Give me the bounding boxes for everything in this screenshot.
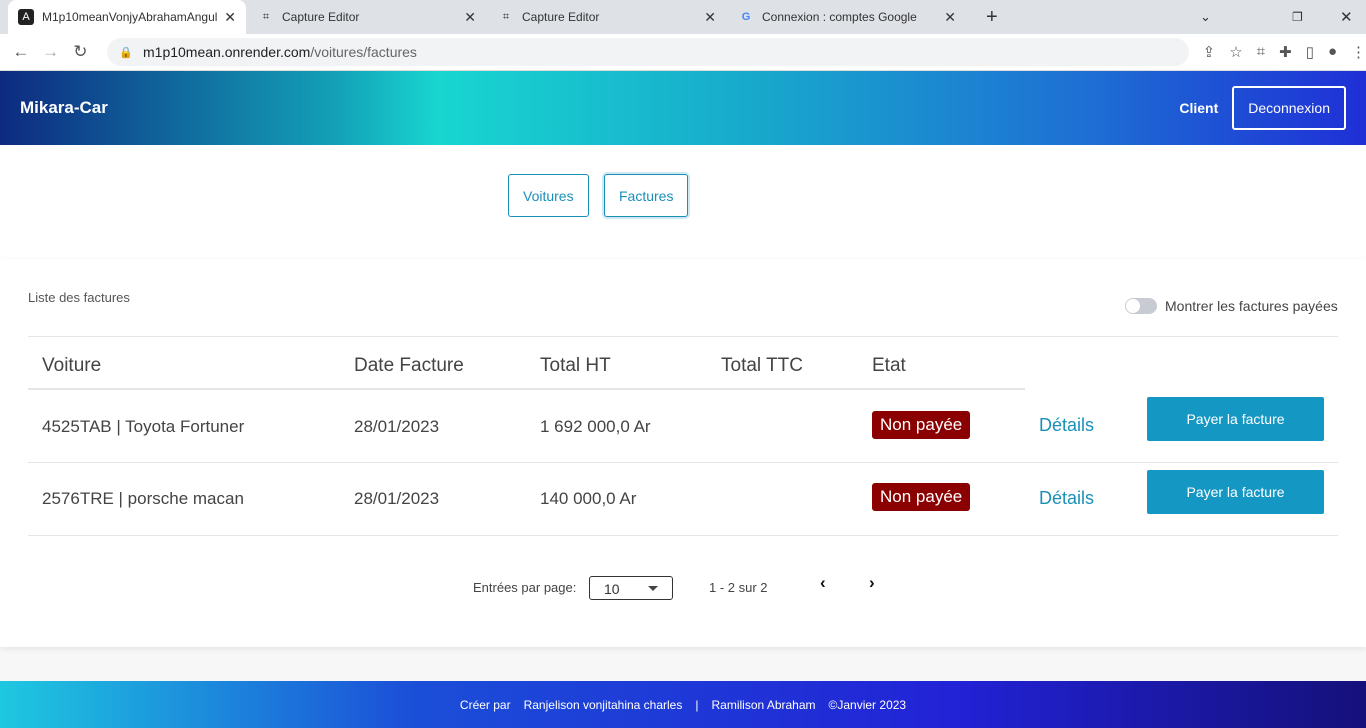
close-icon[interactable]: ✕ bbox=[944, 9, 956, 26]
close-icon[interactable]: ✕ bbox=[704, 9, 716, 26]
row-divider bbox=[28, 462, 1338, 463]
brand-logo[interactable]: Mikara-Car bbox=[20, 98, 108, 118]
show-paid-label: Montrer les factures payées bbox=[1165, 298, 1338, 314]
browser-tab-bar: A M1p10meanVonjyAbrahamAngul ✕ ⌗ Capture Ed… bbox=[0, 0, 1366, 34]
reload-icon[interactable]: ↻ bbox=[66, 42, 96, 62]
status-badge: Non payée bbox=[872, 483, 971, 511]
page-size-select[interactable]: 10 bbox=[589, 576, 673, 600]
pay-invoice-button[interactable]: Payer la facture bbox=[1147, 470, 1324, 514]
card-title: Liste des factures bbox=[28, 290, 130, 305]
google-icon: G bbox=[741, 11, 751, 23]
show-paid-toggle[interactable] bbox=[1125, 298, 1157, 314]
next-page-icon[interactable]: › bbox=[869, 573, 875, 593]
col-etat: Etat bbox=[872, 355, 906, 376]
details-link[interactable]: Détails bbox=[1039, 415, 1094, 436]
divider bbox=[28, 336, 1338, 337]
footer: Créer par Ranjelison vonjitahina charles… bbox=[0, 681, 1366, 728]
dropdown-arrow-icon bbox=[648, 586, 658, 596]
row-divider bbox=[28, 535, 1338, 536]
invoices-card: Liste des factures Montrer les factures … bbox=[0, 259, 1366, 647]
section-nav: Voitures Factures bbox=[0, 145, 1366, 259]
lock-icon: 🔒 bbox=[119, 46, 133, 59]
address-bar: ← → ↻ 🔒 m1p10mean.onrender.com/voitures/f… bbox=[0, 34, 1366, 71]
share-icon[interactable]: ⇪ bbox=[1203, 43, 1216, 61]
app-header: Mikara-Car Client Deconnexion bbox=[0, 71, 1366, 145]
col-date: Date Facture bbox=[354, 355, 464, 376]
row-date: 28/01/2023 bbox=[354, 489, 440, 508]
back-icon[interactable]: ← bbox=[6, 42, 36, 62]
capture-icon[interactable]: ⌗ bbox=[1257, 43, 1265, 61]
minimize-button[interactable]: ⌄ bbox=[1190, 0, 1221, 34]
close-icon[interactable]: ✕ bbox=[464, 9, 476, 26]
close-icon[interactable]: ✕ bbox=[224, 9, 236, 26]
menu-icon[interactable]: ⋮ bbox=[1351, 43, 1366, 61]
col-total-ttc: Total TTC bbox=[721, 355, 804, 376]
row-voiture: 4525TAB | Toyota Fortuner bbox=[42, 417, 245, 436]
row-total-ht: 1 692 000,0 Ar bbox=[540, 417, 651, 436]
star-icon[interactable]: ☆ bbox=[1229, 43, 1242, 61]
row-voiture: 2576TRE | porsche macan bbox=[42, 489, 244, 508]
voitures-button[interactable]: Voitures bbox=[508, 174, 589, 217]
details-link[interactable]: Détails bbox=[1039, 488, 1094, 509]
capture-icon: ⌗ bbox=[262, 10, 270, 23]
factures-button[interactable]: Factures bbox=[604, 174, 689, 217]
status-badge: Non payée bbox=[872, 411, 971, 439]
col-voiture: Voiture bbox=[42, 355, 102, 376]
extensions-icon[interactable]: ✚ bbox=[1279, 43, 1292, 61]
sidepanel-icon[interactable]: ▯ bbox=[1306, 43, 1314, 61]
prev-page-icon[interactable]: ‹ bbox=[820, 573, 826, 593]
logout-button[interactable]: Deconnexion bbox=[1232, 86, 1346, 130]
profile-icon[interactable]: ● bbox=[1328, 43, 1337, 61]
role-label: Client bbox=[1179, 100, 1219, 116]
url-input[interactable]: 🔒 m1p10mean.onrender.com/voitures/facture… bbox=[107, 38, 1189, 66]
col-total-ht: Total HT bbox=[540, 355, 611, 376]
browser-tab[interactable]: A M1p10meanVonjyAbrahamAngul ✕ bbox=[8, 0, 246, 34]
page-range: 1 - 2 sur 2 bbox=[709, 580, 768, 595]
new-tab-button[interactable]: + bbox=[976, 0, 1008, 34]
angular-icon: A bbox=[18, 9, 34, 25]
pay-invoice-button[interactable]: Payer la facture bbox=[1147, 397, 1324, 441]
header-divider bbox=[28, 388, 1025, 390]
forward-icon[interactable]: → bbox=[36, 42, 66, 62]
restore-button[interactable]: ❐ bbox=[1282, 0, 1313, 34]
row-total-ht: 140 000,0 Ar bbox=[540, 489, 637, 508]
capture-icon: ⌗ bbox=[502, 10, 510, 23]
browser-tab[interactable]: G Connexion : comptes Google ✕ bbox=[728, 0, 966, 34]
row-date: 28/01/2023 bbox=[354, 417, 440, 436]
close-window-button[interactable]: ✕ bbox=[1330, 0, 1363, 34]
browser-tab[interactable]: ⌗ Capture Editor ✕ bbox=[488, 0, 726, 34]
browser-tab[interactable]: ⌗ Capture Editor ✕ bbox=[248, 0, 486, 34]
page-size-label: Entrées par page: bbox=[473, 580, 577, 595]
